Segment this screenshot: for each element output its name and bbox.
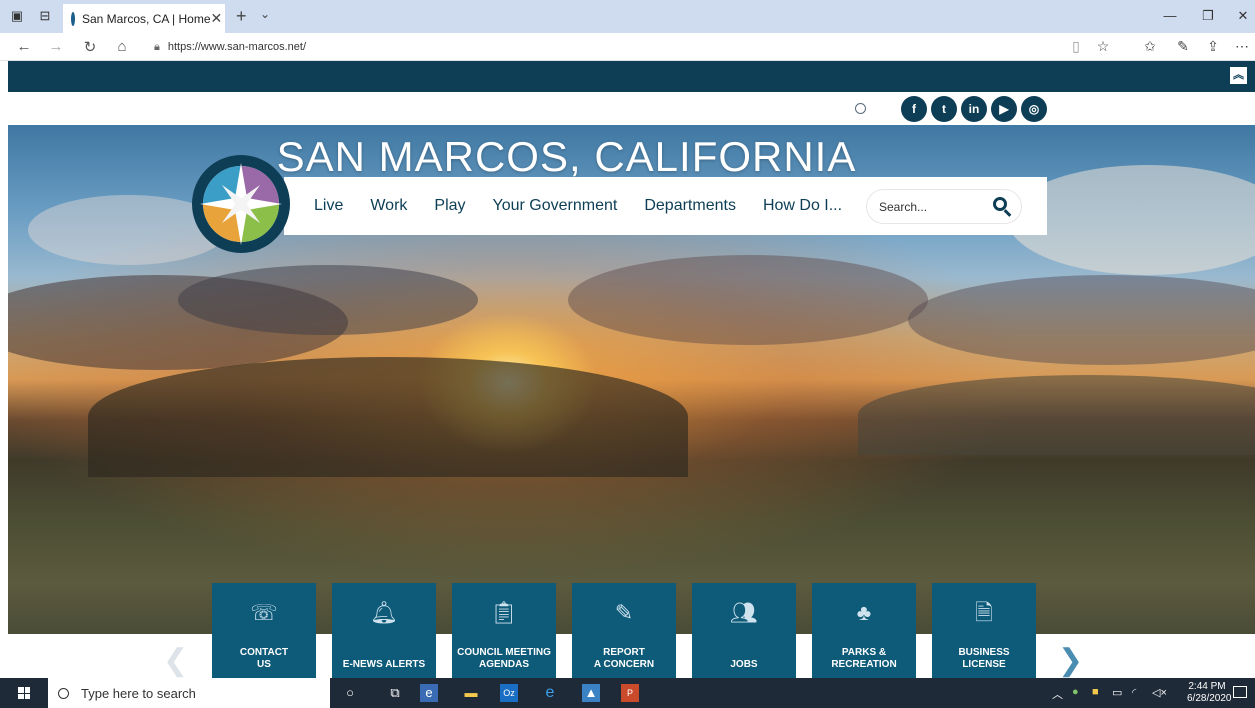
city-logo[interactable] (192, 155, 290, 253)
more-menu-icon[interactable]: ⋯ (1232, 38, 1252, 55)
utility-row: f t in ▶ ◎ (8, 92, 1255, 125)
tray-overflow-chevron-icon[interactable]: ︿ (1052, 686, 1063, 702)
reading-view-icon[interactable]: ▯ (1066, 38, 1086, 55)
document-icon: 🗎︎ (975, 600, 993, 625)
people-icon: 👥︎ (730, 600, 758, 625)
tab-title: San Marcos, CA | Home (82, 11, 211, 26)
site-search (867, 190, 1021, 223)
nav-live[interactable]: Live (314, 197, 343, 215)
address-bar: ← → ↻ ⌂ 🔒︎ https://www.san-marcos.net/ ▯… (0, 33, 1255, 61)
main-navigation: Live Work Play Your Government Departmen… (284, 177, 1047, 235)
internet-explorer-icon[interactable]: e (541, 684, 559, 702)
contact-icon: ☏ (250, 600, 278, 625)
tray-shield-icon[interactable]: ■ (1092, 686, 1099, 698)
taskbar-search-input[interactable] (81, 685, 301, 701)
windows-start-icon[interactable] (18, 687, 30, 699)
file-explorer-icon[interactable]: ▬ (462, 684, 480, 702)
quick-link-contact-us[interactable]: ☏ CONTACT US (212, 583, 316, 678)
quick-link-parks-recreation[interactable]: ♣ PARKS & RECREATION (812, 583, 916, 678)
nav-work[interactable]: Work (370, 197, 407, 215)
linkedin-icon[interactable]: in (961, 96, 987, 122)
task-view-icon[interactable]: ⧉ (386, 684, 404, 702)
cloud-shape (568, 255, 928, 345)
powerpoint-icon[interactable]: P (621, 684, 639, 702)
tab-list-chevron-icon[interactable]: ⌄ (260, 7, 270, 21)
bell-icon: 🔔︎ (370, 600, 398, 625)
mountain-shape (858, 375, 1255, 455)
facebook-icon[interactable]: f (901, 96, 927, 122)
compass-star-icon (200, 163, 282, 245)
quick-link-e-news-alerts[interactable]: 🔔︎ E-NEWS ALERTS (332, 583, 436, 678)
nav-how-do-i[interactable]: How Do I... (763, 197, 842, 215)
volume-muted-icon[interactable]: ◁× (1152, 686, 1167, 699)
clipboard-icon: 📋︎ (490, 600, 518, 625)
quick-link-council-meeting-agendas[interactable]: 📋︎ COUNCIL MEETING AGENDAS (452, 583, 556, 678)
share-icon[interactable]: ⇪ (1203, 38, 1223, 55)
quick-link-label: PARKS & RECREATION (831, 647, 897, 670)
carousel-next-icon[interactable]: ❯ (1058, 646, 1083, 676)
site-top-bar: ︽ (8, 61, 1255, 92)
quick-link-report-a-concern[interactable]: ✎ REPORT A CONCERN (572, 583, 676, 678)
quick-link-label: CONTACT US (239, 647, 289, 670)
twitter-icon[interactable]: t (931, 96, 957, 122)
tray-device-icon[interactable]: ▭ (1112, 686, 1122, 699)
nav-play[interactable]: Play (434, 197, 465, 215)
wifi-icon[interactable]: ◜ (1132, 686, 1136, 699)
url-text: https://www.san-marcos.net/ (167, 41, 307, 53)
notification-center-icon[interactable] (1233, 686, 1247, 698)
lock-icon: 🔒︎ (154, 40, 160, 53)
system-clock[interactable]: 2:44 PM 6/28/2020 (1187, 681, 1232, 705)
windows-taskbar: ○ ⧉ e ▬ Oz e ▲ P ︿ ● ■ ▭ ◜ ◁× 2:44 PM 6/… (0, 678, 1255, 708)
nav-departments[interactable]: Departments (644, 197, 736, 215)
new-tab-button[interactable]: + (236, 6, 247, 27)
nav-your-government[interactable]: Your Government (493, 197, 618, 215)
quick-link-label: E-NEWS ALERTS (342, 659, 426, 670)
search-icon (58, 687, 69, 699)
mountain-shape (88, 357, 688, 477)
back-arrow-icon[interactable]: ← (14, 38, 34, 55)
tab-close-icon[interactable]: ✕ (211, 10, 223, 27)
favorites-hub-icon[interactable]: ✩ (1140, 38, 1160, 55)
collapse-chevron-up-icon[interactable]: ︽ (1230, 67, 1247, 84)
hero-banner: SAN MARCOS, CALIFORNIA Live Work Play Yo… (8, 125, 1255, 634)
translate-globe-icon[interactable] (855, 103, 866, 114)
tray-app-icon[interactable]: ● (1072, 686, 1079, 698)
window-close-button[interactable]: ✕ (1233, 8, 1253, 24)
instagram-icon[interactable]: ◎ (1021, 96, 1047, 122)
favorite-star-icon[interactable]: ☆ (1093, 38, 1113, 55)
cloud-shape (178, 265, 478, 335)
taskbar-search (48, 678, 330, 708)
url-field[interactable]: 🔒︎ https://www.san-marcos.net/ (148, 36, 1118, 58)
cloud-shape (908, 275, 1255, 365)
cortana-icon[interactable]: ○ (341, 684, 359, 702)
outlook-icon[interactable]: Oz (500, 684, 518, 702)
window-minimize-button[interactable]: — (1160, 8, 1180, 23)
search-input[interactable] (879, 199, 979, 214)
photos-icon[interactable]: ▲ (582, 684, 600, 702)
pencil-icon: ✎ (614, 600, 634, 625)
tab-actions-icon[interactable]: ▣ (10, 9, 24, 23)
quick-link-label: COUNCIL MEETING AGENDAS (457, 647, 551, 670)
quick-link-label: BUSINESS LICENSE (958, 647, 1010, 670)
quick-link-label: REPORT A CONCERN (593, 647, 655, 670)
web-note-pen-icon[interactable]: ✎ (1173, 38, 1193, 55)
edge-browser-icon[interactable]: e (420, 684, 438, 702)
browser-tab[interactable]: San Marcos, CA | Home ✕ (63, 4, 225, 33)
carousel-prev-icon[interactable]: ❮ (163, 646, 188, 676)
clock-time: 2:44 PM (1188, 681, 1226, 692)
refresh-icon[interactable]: ↻ (80, 38, 100, 56)
clock-date: 6/28/2020 (1187, 693, 1232, 704)
quick-link-business-license[interactable]: 🗎︎ BUSINESS LICENSE (932, 583, 1036, 678)
quick-link-jobs[interactable]: 👥︎ JOBS (692, 583, 796, 678)
home-icon[interactable]: ⌂ (112, 38, 132, 55)
tree-icon: ♣ (856, 600, 872, 625)
forward-arrow-icon[interactable]: → (46, 38, 66, 55)
quick-link-label: JOBS (730, 659, 758, 670)
browser-tab-strip: ▣ ⊟ San Marcos, CA | Home ✕ + ⌄ — ❐ ✕ (0, 0, 1255, 33)
youtube-icon[interactable]: ▶ (991, 96, 1017, 122)
window-restore-button[interactable]: ❐ (1198, 8, 1218, 24)
search-icon[interactable] (993, 197, 1007, 211)
set-aside-tabs-icon[interactable]: ⊟ (38, 9, 52, 23)
site-favicon-icon (71, 11, 75, 26)
